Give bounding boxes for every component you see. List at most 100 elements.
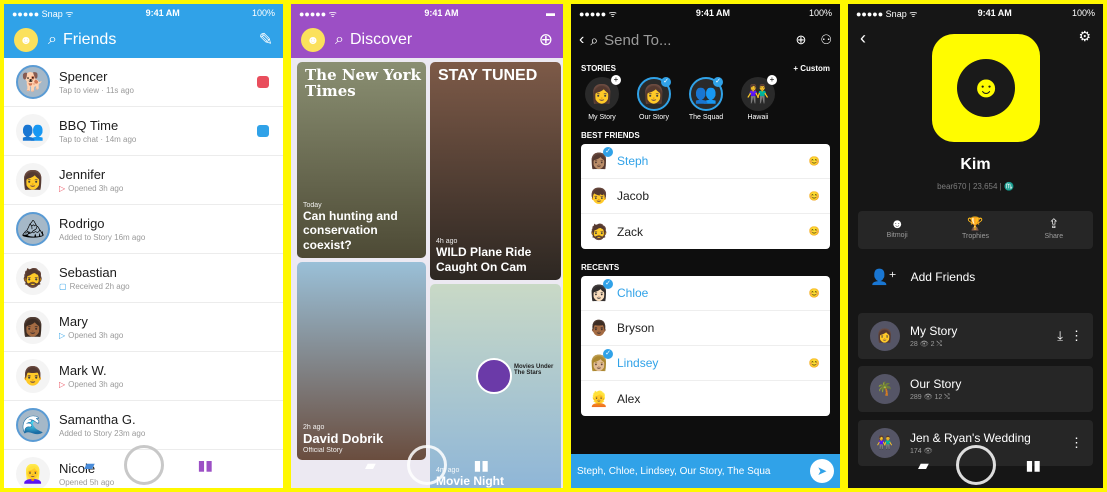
discover-tile[interactable]: The New York Times Today Can hunting and… (297, 62, 426, 258)
capture-button[interactable] (955, 445, 996, 485)
avatar: 👫 + (741, 75, 777, 111)
plus-icon: + (611, 75, 621, 85)
add-icon[interactable]: ⊕ (539, 30, 553, 50)
list-item[interactable]: 👨🏾 Bryson (581, 311, 830, 346)
discover-icon[interactable]: ▮▮ (198, 457, 213, 474)
friend-name: Bryson (617, 321, 655, 335)
bitmoji-button[interactable]: ☻ Bitmoji (858, 211, 936, 249)
story-stats: 28 👁 2 ⤭ (910, 340, 943, 348)
friend-status: Opened 3h ago (68, 184, 124, 193)
friend-name: Samantha G. (59, 412, 136, 427)
profile-actions: ☻ Bitmoji 🏆 Trophies ⇪ Share (858, 211, 1093, 249)
recents-section-header: RECENTS (571, 257, 840, 276)
chat-icon[interactable]: ▰ (365, 457, 376, 474)
list-item[interactable]: 🧔 Sebastian ▢ Received 2h ago (4, 254, 283, 303)
discover-tile[interactable]: 2h ago David Dobrik Official Story (297, 262, 426, 460)
chat-icon[interactable]: ▰ (918, 457, 929, 474)
profile-avatar[interactable]: ☻ (301, 28, 325, 52)
story-item[interactable]: 👥 ✓ The Squad (683, 77, 729, 121)
custom-button[interactable]: + Custom (793, 64, 830, 73)
action-label: Share (1044, 233, 1064, 240)
friend-name: Spencer (59, 69, 108, 84)
list-item[interactable]: 👱 Alex (581, 381, 830, 416)
list-item[interactable]: 🧔 Zack 😊 (581, 214, 830, 249)
action-label: Trophies (962, 233, 989, 240)
avatar: 👩🏾 (16, 310, 50, 344)
capture-button[interactable] (123, 445, 164, 485)
search-button[interactable]: ⌕ Discover (335, 31, 412, 49)
friend-name: Sebastian (59, 265, 117, 280)
recents-list: 👩🏻 ✓ Chloe 😊 👨🏾 Bryson 👩🏼 ✓ Lindsey 😊 👱 Alex (581, 276, 830, 416)
list-item[interactable]: 🐕 Spencer Tap to view · 11s ago (4, 58, 283, 107)
story-label: My Story (588, 114, 616, 121)
send-bar[interactable]: Steph, Chloe, Lindsey, Our Story, The Sq… (571, 454, 840, 488)
more-icon[interactable]: ⋮ (1070, 328, 1083, 344)
list-item[interactable]: 👦 Jacob 😊 (581, 179, 830, 214)
send-to-search-input[interactable]: Send To... (604, 32, 671, 49)
profile-avatar[interactable]: ☻ (14, 28, 38, 52)
battery: 100% (808, 8, 832, 18)
discover-icon[interactable]: ▮▮ (474, 457, 489, 474)
download-icon[interactable]: ⤓ (1057, 328, 1063, 344)
story-item[interactable]: 👩 ✓ Our Story (631, 77, 677, 121)
avatar: 🧔 (589, 223, 609, 241)
avatar: 👩 (16, 163, 50, 197)
list-item[interactable]: 👩🏻 ✓ Chloe 😊 (581, 276, 830, 311)
add-friends-button[interactable]: 👤⁺ Add Friends (858, 258, 1093, 296)
carrier: ●●●●● Snap ᯤ (856, 8, 918, 19)
story-label: Our Story (639, 114, 669, 121)
avatar: 👨🏾 (589, 320, 609, 337)
story-item[interactable]: 👩 + My Story (579, 75, 625, 121)
story-row[interactable]: 🌴 Our Story 289 👁 12 ⤭ (858, 366, 1093, 412)
search-button[interactable]: ⌕ Friends (48, 31, 116, 49)
group-icon[interactable]: ⚇ (820, 32, 832, 48)
story-stats: 289 👁 12 ⤭ (910, 393, 950, 401)
add-friend-icon[interactable]: ⊕ (795, 32, 806, 48)
profile-name: Kim (960, 156, 991, 173)
story-item[interactable]: 👫 + Hawaii (735, 75, 781, 121)
list-item[interactable]: 👩🏼 ✓ Lindsey 😊 (581, 346, 830, 381)
list-item[interactable]: 👥 BBQ Time Tap to chat · 14m ago (4, 107, 283, 156)
profile-screen: ●●●●● Snap ᯤ 9:41 AM 100% ‹ ⚙ ☻ Kim bear… (844, 0, 1107, 492)
status-bar: ●●●●● Snap ᯤ 9:41 AM 100% (4, 4, 283, 22)
discover-icon[interactable]: ▮▮ (1026, 457, 1041, 474)
tile-meta: Today (303, 201, 322, 209)
chat-icon[interactable]: ▰ (84, 457, 95, 474)
add-friends-label: Add Friends (910, 270, 976, 284)
list-item[interactable]: 👩 Jennifer ▷ Opened 3h ago (4, 156, 283, 205)
search-icon[interactable]: ⌕ (590, 32, 598, 49)
share-button[interactable]: ⇪ Share (1015, 211, 1093, 249)
back-icon[interactable]: ‹ (860, 28, 866, 49)
recipients-text: Steph, Chloe, Lindsey, Our Story, The Sq… (577, 465, 771, 477)
page-title: Friends (62, 31, 117, 48)
story-row[interactable]: 👩 My Story 28 👁 2 ⤭ ⤓ ⋮ (858, 313, 1093, 359)
trophies-button[interactable]: 🏆 Trophies (936, 211, 1014, 249)
list-item[interactable]: 👨 Mark W. ▷ Opened 3h ago (4, 352, 283, 401)
friends-header: ☻ ⌕ Friends ✎ (4, 22, 283, 58)
capture-button[interactable] (407, 445, 447, 485)
snapcode[interactable]: ☻ (932, 34, 1040, 142)
opened-arrow-icon: ▷ (59, 331, 66, 340)
search-icon: ⌕ (48, 31, 57, 48)
gear-icon[interactable]: ⚙ (1078, 28, 1091, 45)
trophy-icon: 🏆 (967, 216, 984, 231)
story-label: The Squad (688, 114, 724, 121)
friend-status: Added to Story 16m ago (59, 233, 146, 242)
avatar: 🌊 (16, 408, 50, 442)
list-item[interactable]: 👩🏽 ✓ Steph 😊 (581, 144, 830, 179)
tile-headline: WILD Plane Ride Caught On Cam (436, 245, 532, 274)
avatar: 👩 + (585, 75, 621, 111)
tile-meta: 2h ago (303, 424, 325, 432)
avatar: 🏔 (16, 212, 50, 246)
avatar: 👨 (16, 359, 50, 393)
list-item[interactable]: 🏔 Rodrigo Added to Story 16m ago (4, 205, 283, 254)
friend-name: Lindsey (617, 356, 659, 370)
discover-tile[interactable]: STAY TUNED 4h ago WILD Plane Ride Caught… (430, 62, 561, 280)
back-icon[interactable]: ‹ (579, 31, 584, 49)
list-item[interactable]: 👩🏾 Mary ▷ Opened 3h ago (4, 303, 283, 352)
action-label: Bitmoji (886, 232, 908, 239)
story-title: My Story (910, 323, 958, 338)
send-arrow-icon[interactable]: ➤ (810, 459, 834, 483)
new-chat-icon[interactable]: ✎ (259, 30, 273, 50)
discover-header: ☻ ⌕ Discover ⊕ (291, 22, 563, 58)
